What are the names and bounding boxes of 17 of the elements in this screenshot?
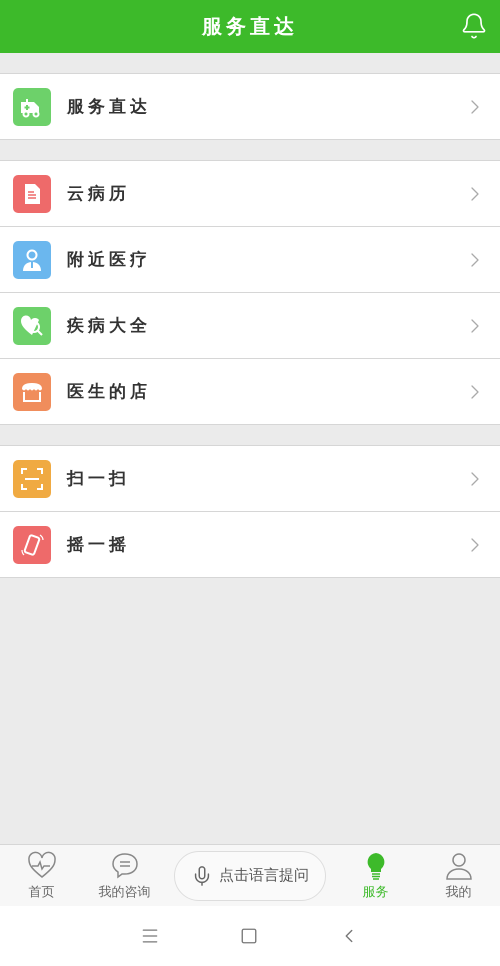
- home-square-icon[interactable]: [240, 927, 258, 945]
- menu-item[interactable]: 医生的店: [0, 359, 500, 425]
- tab[interactable]: 我的咨询: [83, 850, 166, 900]
- tab[interactable]: 首页: [0, 850, 83, 900]
- menu-item[interactable]: 云病历: [0, 161, 500, 227]
- tab[interactable]: 我的: [417, 850, 500, 900]
- menu-item[interactable]: 摇一摇: [0, 512, 500, 578]
- person-icon: [444, 850, 474, 880]
- menu-item[interactable]: 扫一扫: [0, 446, 500, 512]
- menu-item[interactable]: 疾病大全: [0, 293, 500, 359]
- menu-item[interactable]: 附近医疗: [0, 227, 500, 293]
- notification-bell-icon[interactable]: [460, 12, 488, 40]
- chat-icon: [110, 850, 140, 880]
- heart-pulse-icon: [26, 850, 56, 880]
- voice-question-button[interactable]: 点击语言提问: [174, 850, 326, 900]
- menu-item[interactable]: 服务直达: [0, 74, 500, 140]
- page-title: 服务直达: [202, 13, 298, 40]
